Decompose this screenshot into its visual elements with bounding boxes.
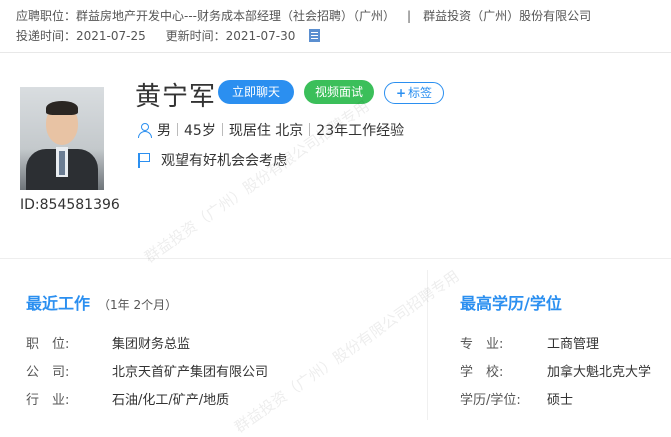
dates-row: 投递时间：2021-07-25 更新时间：2021-07-30	[16, 26, 591, 46]
chat-now-button[interactable]: 立即聊天	[218, 80, 294, 104]
video-interview-button[interactable]: 视频面试	[304, 80, 374, 104]
applied-position-label: 应聘职位：	[16, 9, 77, 23]
job-intent-text: 观望有好机会会考虑	[161, 153, 287, 169]
header-divider	[0, 52, 671, 53]
work-field-company: 公 司: 北京天首矿产集团有限公司	[26, 365, 269, 380]
document-icon[interactable]	[309, 29, 321, 42]
work-field-position: 职 位: 集团财务总监	[26, 337, 191, 352]
company-name: 群益投资（广州）股份有限公司	[423, 9, 592, 23]
application-info: 应聘职位：群益房地产开发中心---财务成本部经理（社会招聘）（广州） | 群益投资（…	[16, 6, 591, 46]
delivered-date: 2021-07-25	[76, 29, 146, 43]
user-icon	[137, 122, 153, 138]
candidate-id: ID:854581396	[20, 197, 120, 213]
applied-position: 群益房地产开发中心---财务成本部经理（社会招聘）（广州）	[76, 9, 396, 23]
residence: 现居住 北京	[228, 123, 304, 139]
plus-icon: +	[395, 86, 407, 100]
education-title: 最高学历/学位	[460, 294, 562, 313]
edu-field-school: 学 校: 加拿大魁北克大学	[460, 365, 652, 380]
gender: 男	[157, 123, 171, 139]
updated-date: 2021-07-30	[225, 29, 296, 43]
add-tag-button[interactable]: + 标签	[384, 82, 444, 104]
edu-field-major: 专 业: 工商管理	[460, 337, 600, 352]
updated-label: 更新时间：	[165, 29, 226, 43]
tag-label: 标签	[408, 86, 433, 100]
column-divider	[427, 270, 428, 420]
section-divider	[0, 258, 671, 259]
separator: |	[407, 9, 412, 23]
watermark: 群益投资（广州）股份有限公司招聘专用	[231, 266, 463, 437]
work-field-industry: 行 业: 石油/化工/矿产/地质	[26, 393, 230, 408]
applied-position-row: 应聘职位：群益房地产开发中心---财务成本部经理（社会招聘）（广州） | 群益投资（…	[16, 6, 591, 26]
experience: 23年工作经验	[316, 123, 405, 139]
recent-work-title: 最近工作 （1年 2个月）	[26, 294, 178, 313]
candidate-name: 黄宁军	[135, 82, 217, 112]
delivered-label: 投递时间：	[16, 29, 77, 43]
age: 45岁	[184, 123, 216, 139]
candidate-meta: 男 45岁 现居住 北京 23年工作经验	[137, 120, 404, 140]
avatar	[20, 87, 104, 190]
edu-field-degree: 学历/学位: 硕士	[460, 393, 574, 408]
flag-icon	[137, 152, 151, 168]
job-intent: 观望有好机会会考虑	[137, 150, 287, 170]
recent-work-duration: （1年 2个月）	[98, 298, 178, 312]
